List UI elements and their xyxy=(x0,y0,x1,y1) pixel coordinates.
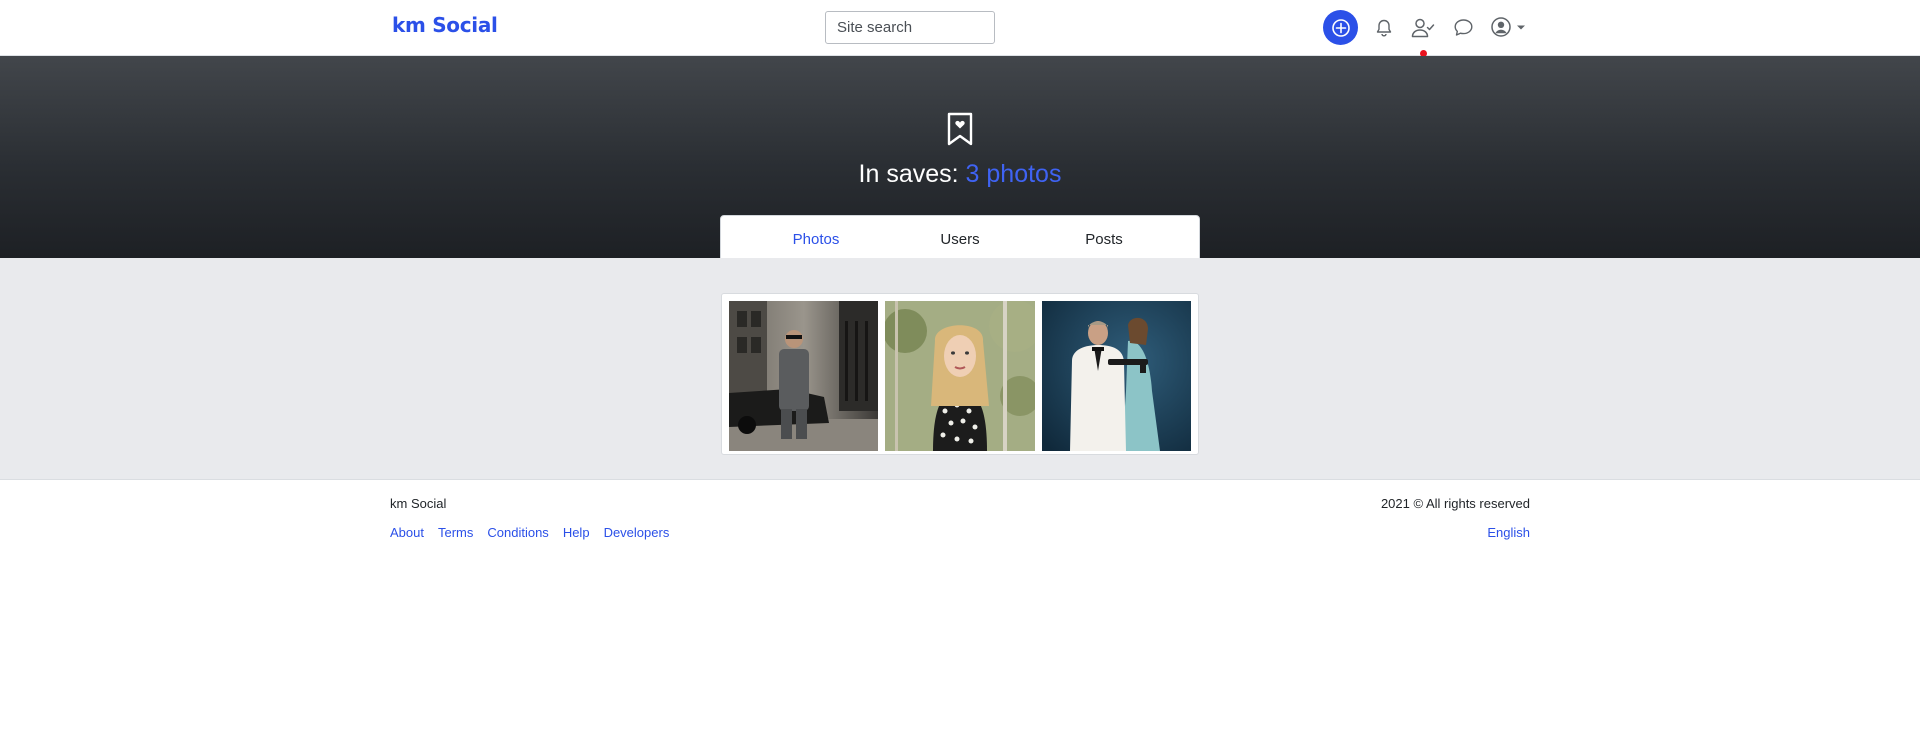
plus-circle-icon xyxy=(1331,18,1350,37)
language-selector[interactable]: English xyxy=(1487,525,1530,540)
tab-photos[interactable]: Photos xyxy=(744,216,888,263)
tab-users[interactable]: Users xyxy=(888,216,1032,263)
saves-tabs: Photos Users Posts xyxy=(720,215,1200,264)
tab-label: Posts xyxy=(1085,231,1123,248)
brand-logo[interactable]: km Social xyxy=(392,13,498,37)
caret-down-icon xyxy=(1516,25,1525,30)
user-check-icon xyxy=(1411,18,1435,38)
page-title: In saves: 3 photos xyxy=(0,160,1920,189)
chat-icon xyxy=(1454,18,1472,36)
site-search-input[interactable] xyxy=(825,11,995,44)
photo-thumbnail[interactable] xyxy=(885,301,1035,451)
photo-image xyxy=(885,301,1035,451)
bookmark-heart-icon xyxy=(947,112,973,146)
photo-thumbnail[interactable] xyxy=(729,301,879,451)
footer-brand: km Social xyxy=(390,496,447,511)
account-icon xyxy=(1490,17,1511,37)
tab-posts[interactable]: Posts xyxy=(1032,216,1176,263)
footer-link-terms[interactable]: Terms xyxy=(438,525,473,540)
footer-link-about[interactable]: About xyxy=(390,525,424,540)
photo-image xyxy=(1041,301,1191,451)
notifications-button[interactable] xyxy=(1370,14,1398,42)
footer-link-help[interactable]: Help xyxy=(563,525,590,540)
copyright-text: 2021 © All rights reserved xyxy=(1380,496,1530,511)
photo-grid xyxy=(721,293,1199,455)
photo-thumbnail[interactable] xyxy=(1041,301,1191,451)
main-content xyxy=(0,258,1920,480)
footer-link-conditions[interactable]: Conditions xyxy=(487,525,548,540)
footer-links: About Terms Conditions Help Developers xyxy=(390,525,669,540)
friend-requests-button[interactable] xyxy=(1408,13,1438,43)
account-menu-button[interactable] xyxy=(1488,13,1528,41)
top-navbar: km Social xyxy=(0,0,1920,57)
tab-label: Users xyxy=(940,231,980,248)
messages-button[interactable] xyxy=(1449,13,1477,41)
saved-photos-count[interactable]: 3 photos xyxy=(966,160,1062,188)
photo-image xyxy=(729,301,879,451)
footer-link-developers[interactable]: Developers xyxy=(604,525,670,540)
bell-icon xyxy=(1376,19,1392,37)
tab-label: Photos xyxy=(792,231,840,248)
title-prefix: In saves: xyxy=(858,160,959,188)
create-button[interactable] xyxy=(1323,10,1358,45)
